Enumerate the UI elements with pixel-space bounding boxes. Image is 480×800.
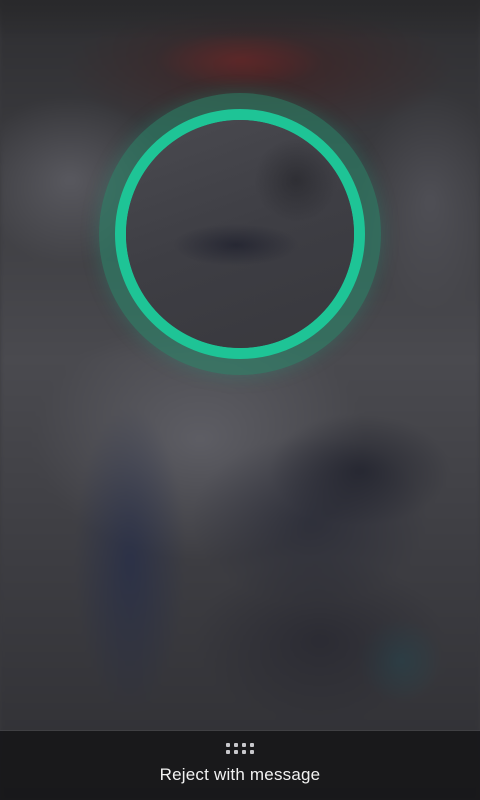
circle-ring-icon [126, 120, 354, 348]
status-bar-area [0, 0, 480, 40]
reject-with-message-label: Reject with message [159, 765, 321, 784]
incoming-call-screen: Reject with message [0, 0, 480, 800]
reject-with-message-bar[interactable]: Reject with message [0, 730, 480, 800]
drag-handle-icon[interactable] [226, 743, 256, 755]
answer-ring-button[interactable] [115, 109, 365, 359]
